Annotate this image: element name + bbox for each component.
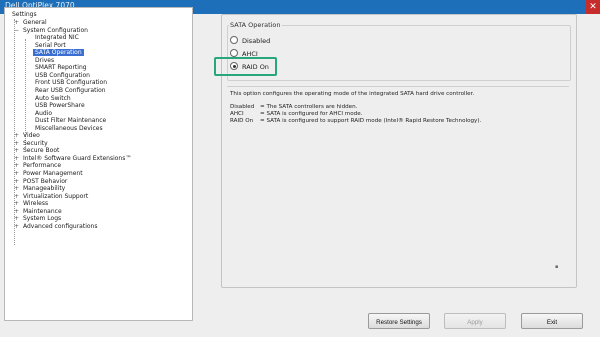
expand-icon[interactable]: + (14, 170, 20, 178)
expand-icon[interactable]: + (14, 147, 20, 155)
tree-item[interactable]: + Intel® Software Guard Extensions™ (14, 154, 132, 163)
tree-item[interactable]: − System Configuration (14, 26, 88, 35)
description-key: Disabled (230, 104, 255, 110)
tree-item-label: Auto Switch (35, 94, 71, 102)
tree-item[interactable]: + Virtualization Support (14, 192, 89, 201)
tree-item-label: SMART Reporting (35, 64, 87, 72)
tree-item-label: Video (23, 132, 40, 140)
settings-tree: Settings + General − System Configuration In… (4, 7, 193, 321)
tree-item[interactable]: Miscellaneous Devices (35, 125, 103, 133)
tree-item-label: USB PowerShare (35, 102, 85, 110)
tree-item[interactable]: Front USB Configuration (35, 79, 107, 87)
expand-icon[interactable]: + (14, 185, 20, 193)
tree-item-label: Intel® Software Guard Extensions™ (23, 154, 132, 162)
collapse-icon[interactable]: − (14, 27, 20, 35)
tree-item-label: Dust Filter Maintenance (35, 117, 107, 125)
tree-item-label: Manageability (23, 185, 66, 193)
description-value: = SATA is configured for AHCI mode. (260, 111, 363, 117)
tree-item-label: Wireless (23, 200, 49, 208)
expand-icon[interactable]: + (14, 215, 20, 223)
sata-operation-label: SATA Operation (229, 21, 282, 29)
radio-disabled[interactable]: Disabled (230, 36, 271, 46)
tree-item-label: Integrated NIC (35, 34, 79, 42)
description-intro: This option configures the operating mod… (230, 91, 475, 97)
tree-item[interactable]: + Manageability (14, 185, 66, 193)
description-value: = SATA is configured to support RAID mod… (260, 118, 482, 124)
tree-item-label: General (23, 19, 47, 26)
tree-item[interactable]: Integrated NIC (35, 34, 79, 42)
tree-item[interactable]: + General (14, 19, 47, 27)
tree-item[interactable]: + Security (14, 139, 48, 148)
expand-icon[interactable]: + (14, 178, 20, 186)
description-line: RAID On = SATA is configured to support R… (230, 118, 481, 125)
tree-item-label: System Logs (23, 215, 62, 223)
tree-item[interactable]: Drives (35, 57, 54, 65)
radio-circle-icon (230, 49, 238, 57)
expand-icon[interactable]: + (14, 208, 20, 216)
tree-item[interactable]: + Performance (14, 162, 62, 170)
tree-item[interactable]: + System Logs (14, 215, 62, 223)
tree-root-label: Settings (12, 11, 37, 18)
description-key: RAID On (230, 118, 254, 124)
description-line: Disabled = The SATA controllers are hidde… (230, 104, 357, 111)
sata-operation-group (227, 25, 571, 81)
resize-grip-icon: ▪ (555, 264, 559, 270)
tree-item[interactable]: + Secure Boot (14, 147, 60, 155)
tree-item-label: Rear USB Configuration (35, 86, 106, 94)
tree-item[interactable]: Auto Switch (35, 95, 71, 103)
description-key: AHCI (230, 111, 244, 117)
expand-icon[interactable]: + (14, 155, 20, 163)
expand-icon[interactable]: + (14, 140, 20, 148)
tree-root: Settings (12, 11, 37, 19)
radio-circle-icon (230, 36, 238, 44)
tree-item[interactable]: Dust Filter Maintenance (35, 117, 106, 125)
tree-item[interactable]: SMART Reporting (35, 64, 87, 72)
tree-item[interactable]: + Video (14, 132, 40, 140)
tree-item[interactable]: SATA Operation (33, 49, 84, 57)
tree-item[interactable]: + Maintenance (14, 207, 62, 216)
callout-highlight (214, 57, 277, 76)
tree-item[interactable]: Audio (35, 110, 52, 118)
tree-item-label: Performance (23, 162, 62, 170)
restore-settings-button[interactable]: Restore Settings (368, 313, 430, 329)
tree-item-label: Miscellaneous Devices (35, 124, 103, 132)
description-value: = The SATA controllers are hidden. (260, 104, 358, 110)
tree-item-label: System Configuration (23, 26, 88, 34)
tree-item[interactable]: USB Configuration (35, 72, 90, 80)
expand-icon[interactable]: + (14, 223, 20, 231)
exit-button[interactable]: Exit (521, 313, 583, 329)
description-line: AHCI = SATA is configured for AHCI mode. (230, 111, 362, 118)
tree-item[interactable]: Serial Port (35, 42, 66, 50)
close-icon[interactable]: ✕ (586, 0, 600, 14)
tree-item-label: Serial Port (35, 41, 66, 49)
tree-item-label: Maintenance (23, 207, 62, 215)
tree-item[interactable]: + Power Management (14, 170, 83, 178)
radio-disabled-label: Disabled (242, 37, 271, 45)
tree-item-label: Audio (35, 109, 53, 117)
expand-icon[interactable]: + (14, 193, 20, 201)
tree-item-label: Security (23, 139, 48, 147)
expand-icon[interactable]: + (14, 132, 20, 140)
tree-item-label: Drives (35, 56, 55, 64)
expand-icon[interactable]: + (14, 162, 20, 170)
apply-button[interactable]: Apply (444, 313, 506, 329)
tree-item[interactable]: + Wireless (14, 200, 49, 208)
tree-item-label: Secure Boot (23, 147, 60, 155)
tree-item-label: SATA Operation (33, 49, 84, 57)
tree-item-label: Front USB Configuration (35, 79, 107, 87)
tree-item[interactable]: USB PowerShare (35, 102, 85, 110)
expand-icon[interactable]: + (14, 19, 20, 27)
tree-item[interactable]: + Advanced configurations (14, 222, 98, 231)
tree-item-label: Virtualization Support (23, 192, 89, 200)
tree-item[interactable]: Rear USB Configuration (35, 87, 106, 95)
expand-icon[interactable]: + (14, 200, 20, 208)
tree-item-label: Advanced configurations (23, 222, 98, 230)
tree-item-label: Power Management (23, 170, 83, 177)
tree-item-label: POST Behavior (23, 177, 68, 185)
tree-item[interactable]: + POST Behavior (14, 177, 68, 186)
tree-item-label: USB Configuration (35, 71, 90, 79)
